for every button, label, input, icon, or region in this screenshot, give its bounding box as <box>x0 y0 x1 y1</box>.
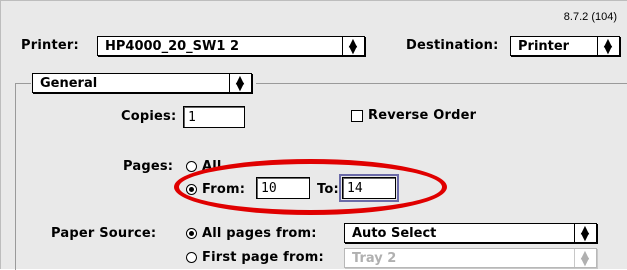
copies-field[interactable]: 1 <box>183 106 245 128</box>
popup-arrows-icon: ▲ ▼ <box>580 248 590 268</box>
copies-label: Copies: <box>121 109 177 124</box>
printer-popup-value: HP4000_20_SW1 2 <box>105 39 239 54</box>
reverse-order-label: Reverse Order <box>368 108 477 123</box>
first-page-label: First page from: <box>202 250 324 265</box>
highlight-ellipse <box>174 159 447 215</box>
all-pages-source-popup[interactable]: Auto Select ▲ ▼ <box>344 223 597 243</box>
first-page-source-popup[interactable]: Tray 2 ▲ ▼ <box>344 248 597 268</box>
group-border <box>15 83 16 270</box>
printer-label: Printer: <box>21 38 79 53</box>
version-label: 8.7.2 (104) <box>563 11 617 23</box>
all-pages-radio[interactable] <box>186 228 197 239</box>
printer-popup[interactable]: HP4000_20_SW1 2 ▲ ▼ <box>97 36 365 56</box>
first-page-radio[interactable] <box>186 252 197 263</box>
group-border <box>256 83 627 84</box>
reverse-order-checkbox[interactable] <box>351 110 363 122</box>
pages-label: Pages: <box>123 159 174 174</box>
all-pages-source-value: Auto Select <box>352 226 437 241</box>
destination-popup[interactable]: Printer ▲ ▼ <box>510 36 620 56</box>
group-border <box>15 83 31 84</box>
paper-source-label: Paper Source: <box>51 226 157 241</box>
popup-arrows-icon: ▲ ▼ <box>348 36 358 56</box>
destination-label: Destination: <box>406 38 499 53</box>
section-popup[interactable]: General ▲ ▼ <box>32 73 252 93</box>
popup-arrows-icon: ▲ ▼ <box>603 36 613 56</box>
popup-arrows-icon: ▲ ▼ <box>235 73 245 93</box>
all-pages-label: All pages from: <box>202 226 317 241</box>
print-dialog: 8.7.2 (104) Printer: HP4000_20_SW1 2 ▲ ▼ … <box>0 0 627 270</box>
destination-popup-value: Printer <box>518 39 570 54</box>
section-popup-value: General <box>40 76 98 91</box>
popup-arrows-icon: ▲ ▼ <box>580 223 590 243</box>
pages-all-radio[interactable] <box>186 161 197 172</box>
first-page-source-value: Tray 2 <box>352 251 397 266</box>
